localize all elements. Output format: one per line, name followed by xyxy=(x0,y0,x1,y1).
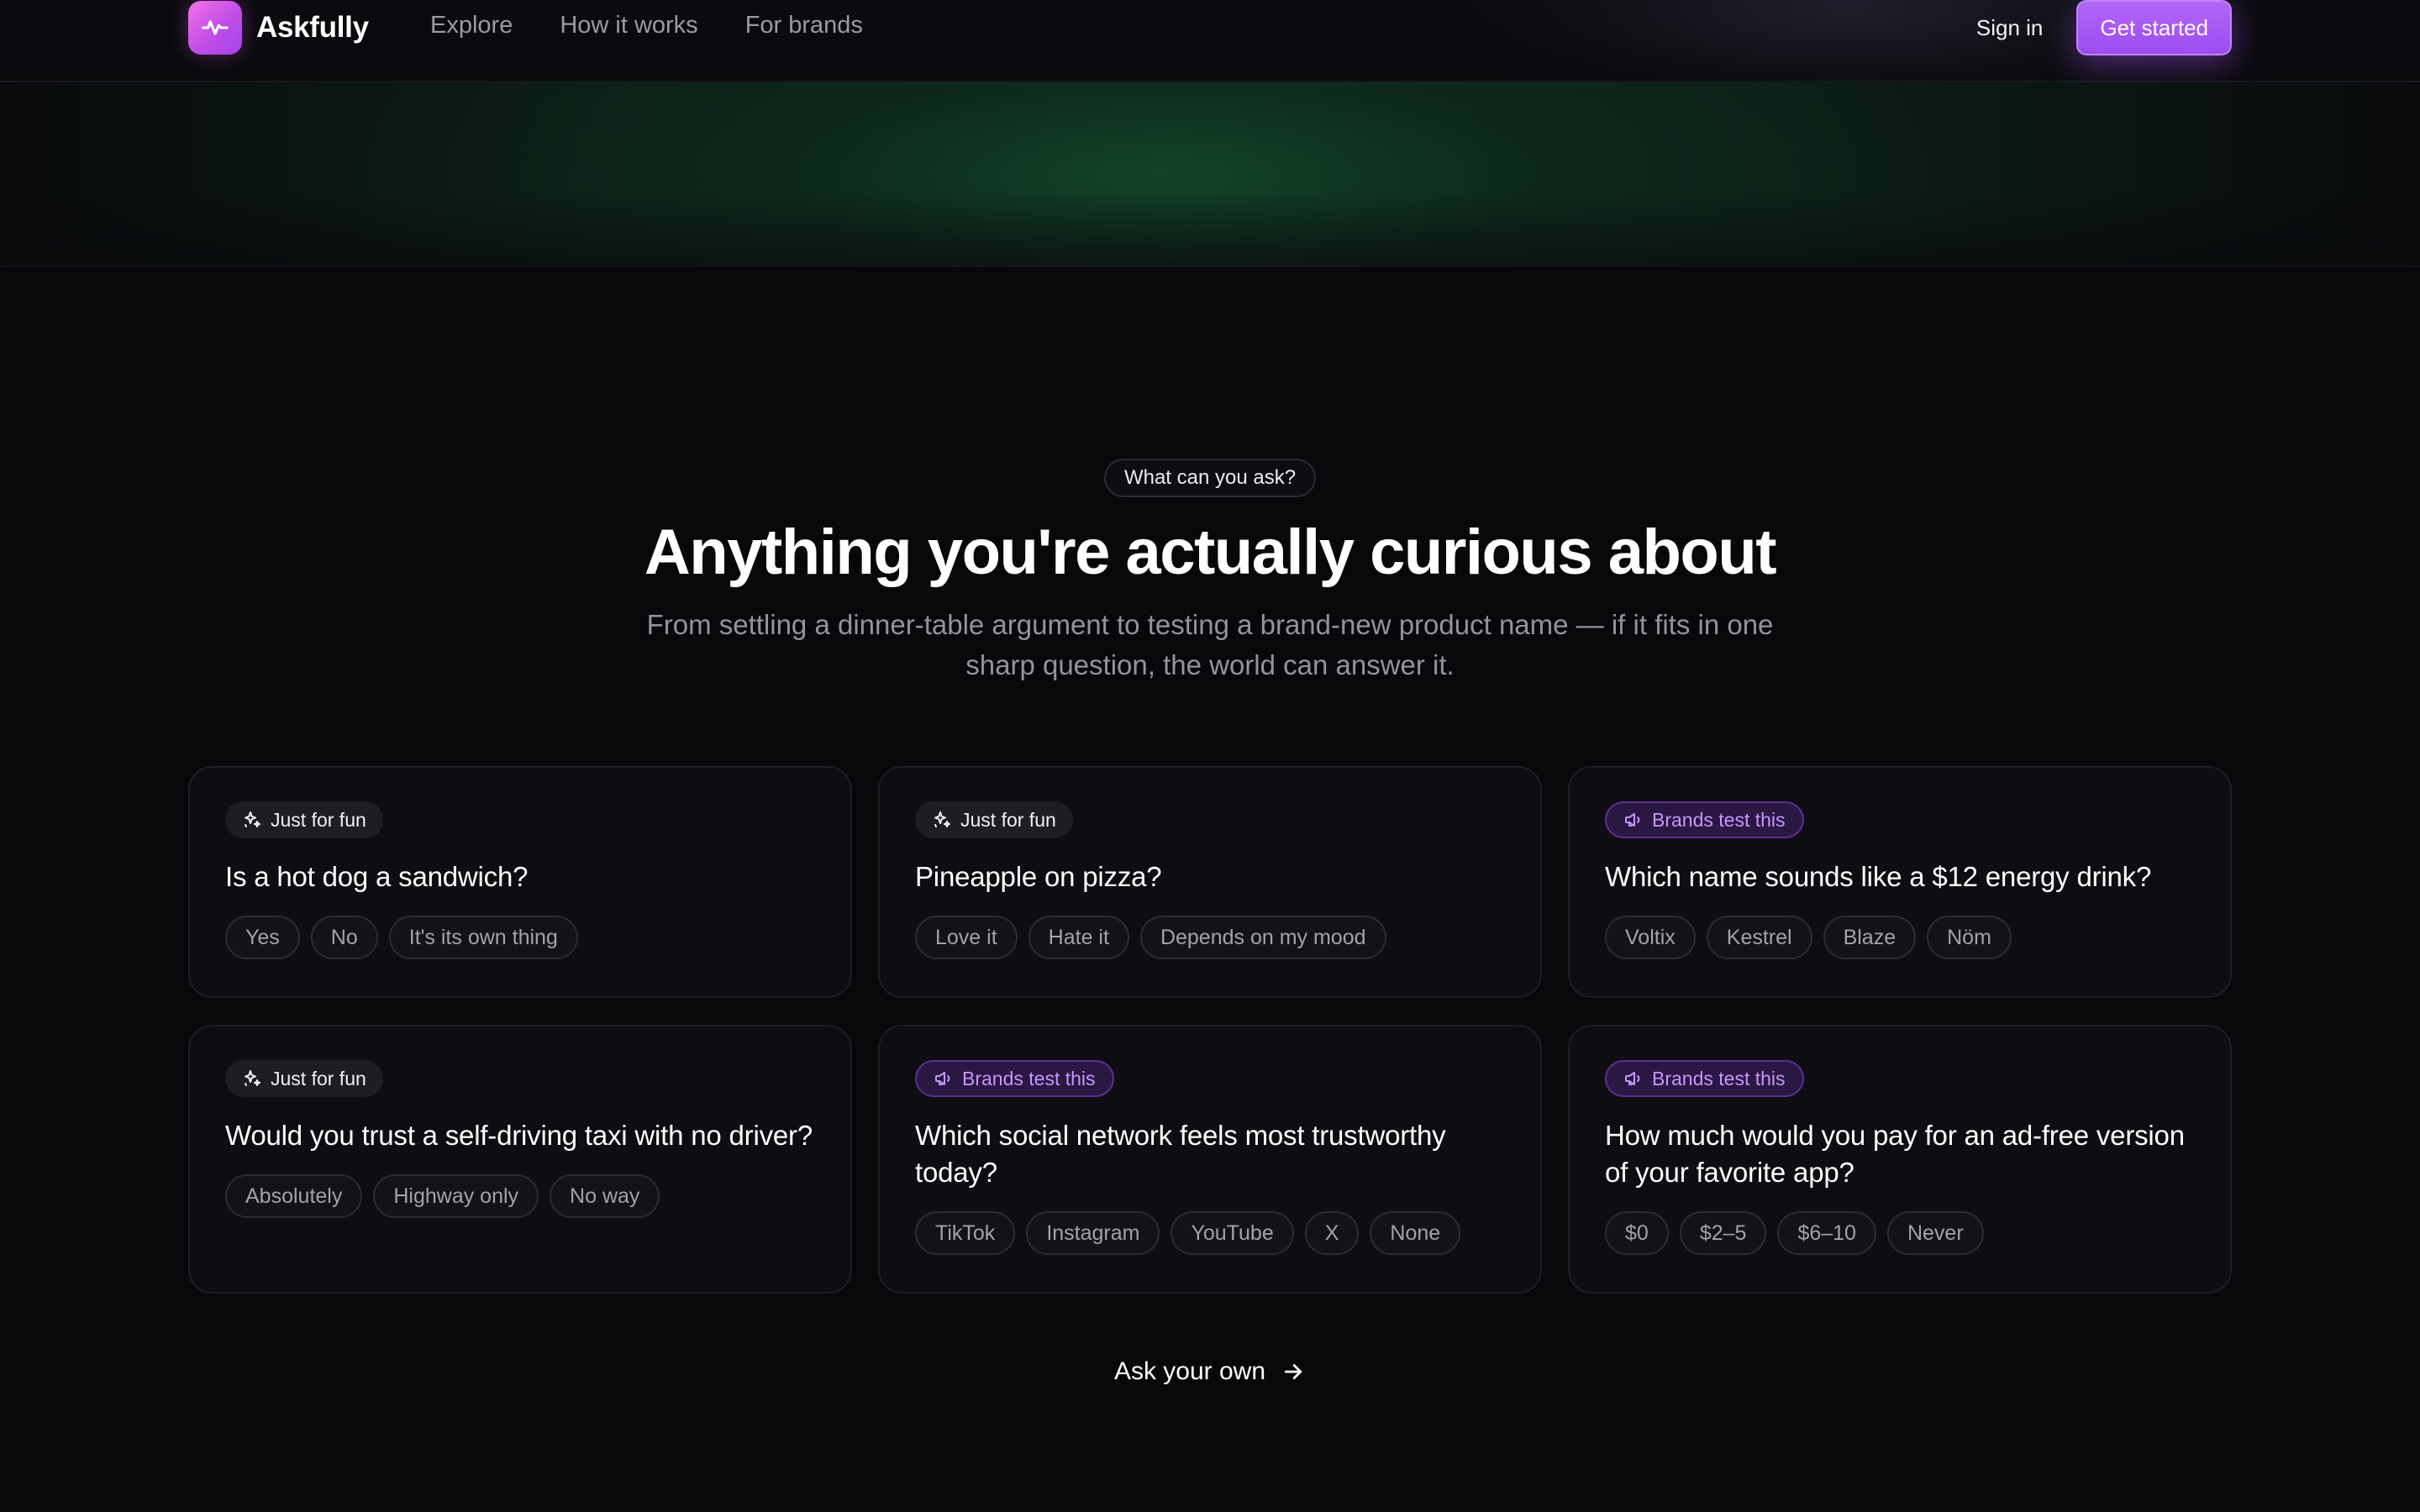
sparkles-icon xyxy=(934,811,950,827)
answer-option[interactable]: None xyxy=(1370,1211,1461,1255)
get-started-button[interactable]: Get started xyxy=(2076,0,2232,55)
answer-option[interactable]: $0 xyxy=(1605,1211,1669,1255)
question-card[interactable]: Just for fun Is a hot dog a sandwich? Ye… xyxy=(188,766,852,998)
tag-just-for-fun: Just for fun xyxy=(225,1060,383,1097)
question-card[interactable]: Brands test this Which social network fe… xyxy=(878,1025,1542,1294)
answer-options: Yes No It's its own thing xyxy=(225,916,817,959)
answer-option[interactable]: Love it xyxy=(915,916,1018,959)
question-text: How much would you pay for an ad-free ve… xyxy=(1605,1120,2185,1188)
answer-option[interactable]: Absolutely xyxy=(225,1174,363,1218)
hero-band xyxy=(0,82,2420,267)
answer-option[interactable]: Yes xyxy=(225,916,300,959)
pulse-icon xyxy=(188,1,242,55)
tag-label: Brands test this xyxy=(1652,1067,1786,1089)
answer-option[interactable]: Hate it xyxy=(1028,916,1129,959)
question-card[interactable]: Just for fun Would you trust a self-driv… xyxy=(188,1025,852,1294)
top-nav: Askfully Explore How it works For brands… xyxy=(0,0,2420,118)
nav-link-how-it-works[interactable]: How it works xyxy=(560,12,697,39)
ask-your-own-label: Ask your own xyxy=(1113,1357,1266,1385)
question-card[interactable]: Brands test this Which name sounds like … xyxy=(1568,766,2232,998)
ask-your-own-button[interactable]: Ask your own xyxy=(1114,1357,1306,1386)
question-card[interactable]: Brands test this How much would you pay … xyxy=(1568,1025,2232,1294)
question-text: Would you trust a self-driving taxi with… xyxy=(225,1120,813,1151)
answer-options: Absolutely Highway only No way xyxy=(225,1174,817,1218)
answer-option[interactable]: Blaze xyxy=(1823,916,1917,959)
answer-options: Voltix Kestrel Blaze Nöm xyxy=(1605,916,2196,959)
answer-option[interactable]: Voltix xyxy=(1605,916,1696,959)
tag-just-for-fun: Just for fun xyxy=(915,801,1073,838)
question-text: Is a hot dog a sandwich? xyxy=(225,861,529,892)
answer-option[interactable]: YouTube xyxy=(1171,1211,1294,1255)
answer-option[interactable]: $6–10 xyxy=(1777,1211,1876,1255)
tag-brands-test-this: Brands test this xyxy=(1605,1060,1804,1097)
answer-option[interactable]: Instagram xyxy=(1026,1211,1160,1255)
answer-options: Love it Hate it Depends on my mood xyxy=(915,916,1507,959)
megaphone-icon xyxy=(1625,813,1640,827)
tag-label: Just for fun xyxy=(960,808,1056,831)
tag-brands-test-this: Brands test this xyxy=(915,1060,1114,1097)
answer-option[interactable]: No xyxy=(310,916,378,959)
tag-brands-test-this: Brands test this xyxy=(1605,801,1804,838)
answer-options: TikTok Instagram YouTube X None xyxy=(915,1211,1507,1255)
sign-in-link[interactable]: Sign in xyxy=(1976,15,2044,41)
nav-link-for-brands[interactable]: For brands xyxy=(745,12,863,39)
section-title: Anything you're actually curious about xyxy=(644,517,1777,588)
answer-option[interactable]: Highway only xyxy=(373,1174,539,1218)
answer-option[interactable]: Kestrel xyxy=(1706,916,1812,959)
answer-option[interactable]: It's its own thing xyxy=(388,916,578,959)
question-text: Which social network feels most trustwor… xyxy=(915,1120,1446,1188)
sparkles-icon xyxy=(245,1070,260,1086)
tag-just-for-fun: Just for fun xyxy=(225,801,383,838)
section-subtitle: From settling a dinner-table argument to… xyxy=(646,609,1774,680)
tag-label: Just for fun xyxy=(271,1067,366,1089)
megaphone-icon xyxy=(1625,1072,1640,1085)
nav-link-explore[interactable]: Explore xyxy=(430,12,513,39)
sparkles-icon xyxy=(245,811,260,827)
megaphone-icon xyxy=(935,1072,950,1085)
nav-actions: Sign in Get started xyxy=(1976,0,2232,55)
landing-page: Askfully Explore How it works For brands… xyxy=(0,0,2420,1512)
answer-option[interactable]: Nöm xyxy=(1927,916,2012,959)
nav-links: Explore How it works For brands xyxy=(430,12,863,39)
answer-option[interactable]: TikTok xyxy=(915,1211,1016,1255)
section-eyebrow: What can you ask? xyxy=(1103,459,1317,497)
answer-option[interactable]: Never xyxy=(1886,1211,1984,1255)
answer-option[interactable]: No way xyxy=(550,1174,660,1218)
answer-option[interactable]: X xyxy=(1304,1211,1360,1255)
brand[interactable]: Askfully xyxy=(188,1,369,55)
ask-own-row: Ask your own xyxy=(0,1357,2420,1386)
tag-label: Brands test this xyxy=(1652,808,1786,831)
tag-label: Brands test this xyxy=(962,1067,1096,1089)
eyebrow-row: What can you ask? xyxy=(0,459,2420,497)
question-text: Pineapple on pizza? xyxy=(915,861,1162,892)
question-card[interactable]: Just for fun Pineapple on pizza? Love it… xyxy=(878,766,1542,998)
arrow-right-icon xyxy=(1284,1364,1302,1379)
question-text: Which name sounds like a $12 energy drin… xyxy=(1605,861,2152,892)
answer-option[interactable]: Depends on my mood xyxy=(1139,916,1386,959)
tag-label: Just for fun xyxy=(271,808,366,831)
answer-option[interactable]: $2–5 xyxy=(1679,1211,1767,1255)
brand-name: Askfully xyxy=(256,11,369,44)
answer-options: $0 $2–5 $6–10 Never xyxy=(1605,1211,2196,1255)
